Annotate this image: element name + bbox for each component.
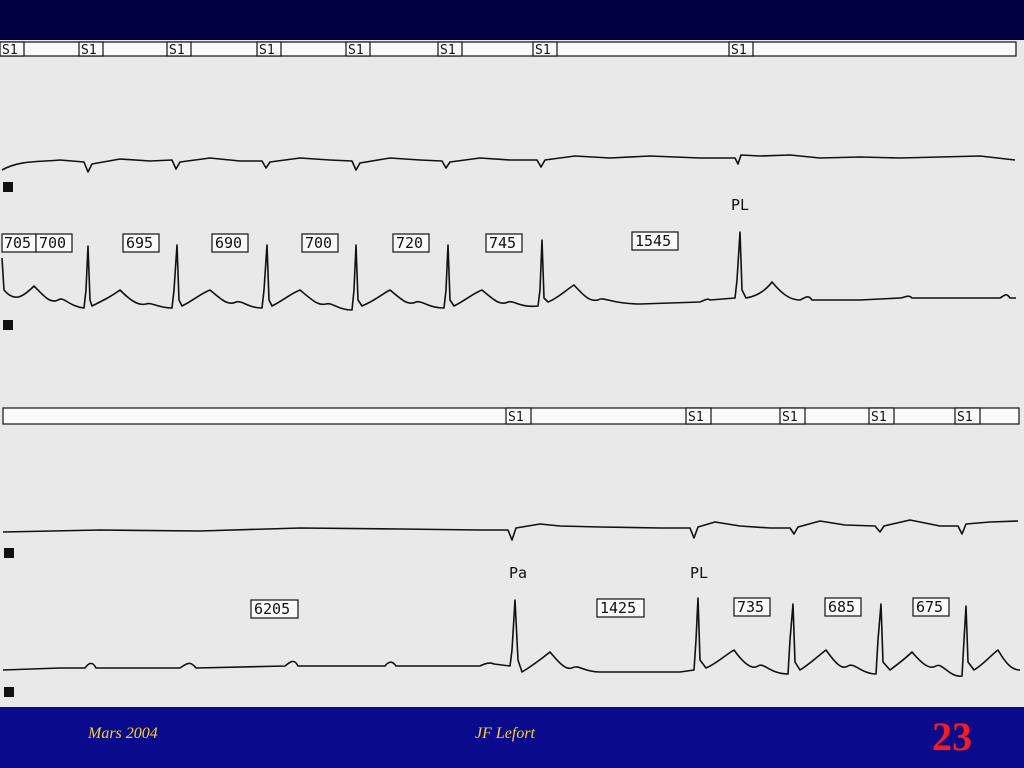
slide-number: 23 (932, 714, 972, 759)
strip2-atrial-channel-icon (4, 548, 14, 558)
ecg-strips: S1 S1 S1 S1 S1 S1 S1 S1 705 700 695 690 … (0, 41, 1021, 697)
strip1-marker: S1 (728, 41, 754, 58)
strip1-interval: 720 (392, 233, 430, 253)
strip1-marker: S1 (256, 41, 282, 58)
strip1-interval: 695 (122, 233, 160, 253)
svg-text:735: 735 (737, 598, 764, 616)
strip1-interval: 690 (211, 233, 249, 253)
strip1: S1 S1 S1 S1 S1 S1 S1 S1 705 700 695 690 … (0, 41, 1017, 330)
strip1-interval: 705 (1, 233, 37, 253)
strip2-atrial-trace (2, 519, 1019, 541)
svg-text:690: 690 (215, 234, 242, 252)
strip1-marker: S1 (532, 41, 558, 58)
svg-text:S1: S1 (871, 410, 887, 425)
strip2-ventricular-channel-icon (4, 687, 14, 697)
strip2-marker: S1 (954, 407, 981, 425)
footer-author: JF Lefort (475, 725, 535, 742)
svg-text:745: 745 (489, 234, 516, 252)
svg-text:1425: 1425 (600, 599, 636, 617)
svg-text:S1: S1 (169, 43, 185, 58)
svg-text:S1: S1 (2, 43, 18, 58)
strip1-marker: S1 (437, 41, 463, 58)
strip2-marker: S1 (779, 407, 806, 425)
svg-text:675: 675 (916, 598, 943, 616)
svg-text:S1: S1 (81, 43, 97, 58)
strip1-interval: 700 (35, 233, 73, 253)
strip1-marker-bar (0, 41, 1017, 57)
svg-text:S1: S1 (957, 410, 973, 425)
ecg-trace-panel: S1 S1 S1 S1 S1 S1 S1 S1 705 700 695 690 … (0, 40, 1024, 707)
strip1-marker: S1 (78, 41, 104, 58)
svg-text:S1: S1 (348, 43, 364, 58)
footer-date: Mars 2004 (88, 725, 158, 742)
svg-text:S1: S1 (782, 410, 798, 425)
strip1-atrial-channel-icon (3, 182, 13, 192)
strip1-atrial-trace (1, 154, 1016, 173)
strip2-beat-label-pa: Pa (509, 564, 527, 582)
strip2: S1 S1 S1 S1 S1 Pa PL 6205 1425 735 685 6… (2, 407, 1021, 697)
strip1-interval: 745 (485, 233, 523, 253)
strip1-marker: S1 (345, 41, 371, 58)
strip2-ventricular-trace (2, 597, 1021, 677)
top-band (0, 0, 1024, 40)
svg-text:685: 685 (828, 598, 855, 616)
strip1-interval: 1545 (631, 231, 679, 251)
svg-text:705: 705 (4, 234, 31, 252)
strip2-beat-label-pl: PL (690, 564, 708, 582)
strip1-ventricular-channel-icon (3, 320, 13, 330)
strip2-marker: S1 (505, 407, 532, 425)
strip1-beat-label-pl: PL (731, 196, 749, 214)
svg-text:700: 700 (305, 234, 332, 252)
svg-text:S1: S1 (731, 43, 747, 58)
svg-text:1545: 1545 (635, 232, 671, 250)
svg-text:S1: S1 (440, 43, 456, 58)
svg-text:695: 695 (126, 234, 153, 252)
strip2-interval: 1425 (596, 598, 645, 618)
slide-footer: Mars 2004 JF Lefort 23 (0, 707, 1024, 768)
svg-text:S1: S1 (688, 410, 704, 425)
strip2-interval-labels: 6205 1425 735 685 675 (250, 597, 950, 619)
svg-text:720: 720 (396, 234, 423, 252)
svg-text:700: 700 (39, 234, 66, 252)
svg-text:S1: S1 (535, 43, 551, 58)
strip2-interval: 685 (824, 597, 862, 617)
strip2-interval: 675 (912, 597, 950, 617)
strip2-interval: 735 (733, 597, 771, 617)
strip2-marker: S1 (868, 407, 895, 425)
svg-text:S1: S1 (508, 410, 524, 425)
strip2-interval: 6205 (250, 599, 299, 619)
svg-text:S1: S1 (259, 43, 275, 58)
strip1-marker: S1 (166, 41, 192, 58)
strip1-marker: S1 (0, 41, 25, 58)
strip2-marker: S1 (685, 407, 712, 425)
svg-text:6205: 6205 (254, 600, 290, 618)
strip1-interval: 700 (301, 233, 339, 253)
strip1-interval-labels: 705 700 695 690 700 720 745 1545 (1, 231, 679, 253)
